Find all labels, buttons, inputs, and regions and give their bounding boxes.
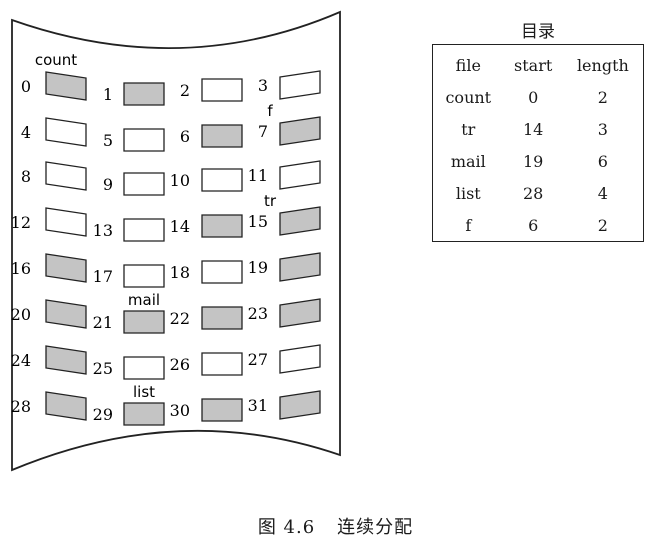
block-number-23: 23 <box>248 304 268 323</box>
file-label-count: count <box>35 51 77 69</box>
block-number-28: 28 <box>11 397 31 416</box>
header-file: file <box>455 55 481 75</box>
block-number-19: 19 <box>248 258 268 277</box>
block-number-15: 15 <box>248 212 268 231</box>
file-label-f: f <box>267 102 273 120</box>
table-row: list 28 4 <box>433 177 643 209</box>
table-row: mail 19 6 <box>433 145 643 177</box>
cell-file: list <box>455 183 481 203</box>
disk-block-18 <box>201 260 243 284</box>
header-start: start <box>514 55 553 75</box>
table-row: f 6 2 <box>433 209 643 241</box>
directory: 目录 file start length count 0 2 tr 14 3 m… <box>432 20 644 242</box>
cell-length: 2 <box>597 215 608 235</box>
block-number-6: 6 <box>180 127 190 146</box>
cell-start: 6 <box>528 215 539 235</box>
cell-file: tr <box>461 119 476 139</box>
block-number-25: 25 <box>93 359 113 378</box>
block-number-14: 14 <box>170 217 190 236</box>
block-number-10: 10 <box>170 171 190 190</box>
cell-length: 2 <box>597 87 608 107</box>
table-row: tr 14 3 <box>433 113 643 145</box>
disk-block-1 <box>123 82 165 106</box>
cell-start: 0 <box>528 87 539 107</box>
disk-block-6 <box>201 124 243 148</box>
figure-title: 连续分配 <box>337 517 414 538</box>
file-label-mail: mail <box>128 291 160 309</box>
block-number-3: 3 <box>258 76 268 95</box>
block-number-9: 9 <box>103 175 113 194</box>
header-length: length <box>576 55 629 75</box>
block-number-31: 31 <box>248 396 268 415</box>
disk-block-2 <box>201 78 243 102</box>
block-number-5: 5 <box>103 131 113 150</box>
disk-block-5 <box>123 128 165 152</box>
figure-caption: 图 4.6 连续分配 <box>0 513 671 539</box>
table-row: count 0 2 <box>433 81 643 113</box>
block-number-21: 21 <box>93 313 113 332</box>
figure-number: 图 4.6 <box>257 517 316 538</box>
block-number-13: 13 <box>93 221 113 240</box>
disk-block-17 <box>123 264 165 288</box>
block-number-11: 11 <box>248 166 268 185</box>
disk-block-9 <box>123 172 165 196</box>
block-number-24: 24 <box>11 351 31 370</box>
cell-start: 19 <box>522 151 544 171</box>
directory-title: 目录 <box>521 22 555 42</box>
cell-file: mail <box>450 151 486 171</box>
block-number-1: 1 <box>103 85 113 104</box>
directory-box: file start length count 0 2 tr 14 3 mail… <box>432 44 644 242</box>
cell-start: 28 <box>522 183 544 203</box>
cell-file: f <box>465 215 472 235</box>
file-label-tr: tr <box>264 192 277 210</box>
disk-block-22 <box>201 306 243 330</box>
block-number-29: 29 <box>93 405 113 424</box>
block-number-8: 8 <box>21 167 31 186</box>
block-number-18: 18 <box>170 263 190 282</box>
disk-block-25 <box>123 356 165 380</box>
block-number-7: 7 <box>258 122 268 141</box>
block-number-0: 0 <box>21 77 31 96</box>
cell-length: 6 <box>597 151 608 171</box>
block-number-12: 12 <box>11 213 31 232</box>
block-number-30: 30 <box>170 401 190 420</box>
block-number-20: 20 <box>11 305 31 324</box>
disk-block-14 <box>201 214 243 238</box>
directory-table: file start length count 0 2 tr 14 3 mail… <box>433 45 643 241</box>
cell-start: 14 <box>522 119 544 139</box>
directory-header-row: file start length <box>433 45 643 81</box>
cell-file: count <box>445 87 492 107</box>
disk-block-26 <box>201 352 243 376</box>
cell-length: 4 <box>597 183 608 203</box>
disk-block-21 <box>123 310 165 334</box>
disk-block-29 <box>123 402 165 426</box>
block-number-2: 2 <box>180 81 190 100</box>
disk-block-30 <box>201 398 243 422</box>
cell-length: 3 <box>597 119 608 139</box>
file-label-list: list <box>133 383 155 401</box>
block-number-16: 16 <box>11 259 31 278</box>
block-number-26: 26 <box>170 355 190 374</box>
disk-block-10 <box>201 168 243 192</box>
block-number-27: 27 <box>248 350 268 369</box>
disk-block-13 <box>123 218 165 242</box>
block-number-17: 17 <box>93 267 113 286</box>
block-number-22: 22 <box>170 309 190 328</box>
block-number-4: 4 <box>21 123 31 142</box>
